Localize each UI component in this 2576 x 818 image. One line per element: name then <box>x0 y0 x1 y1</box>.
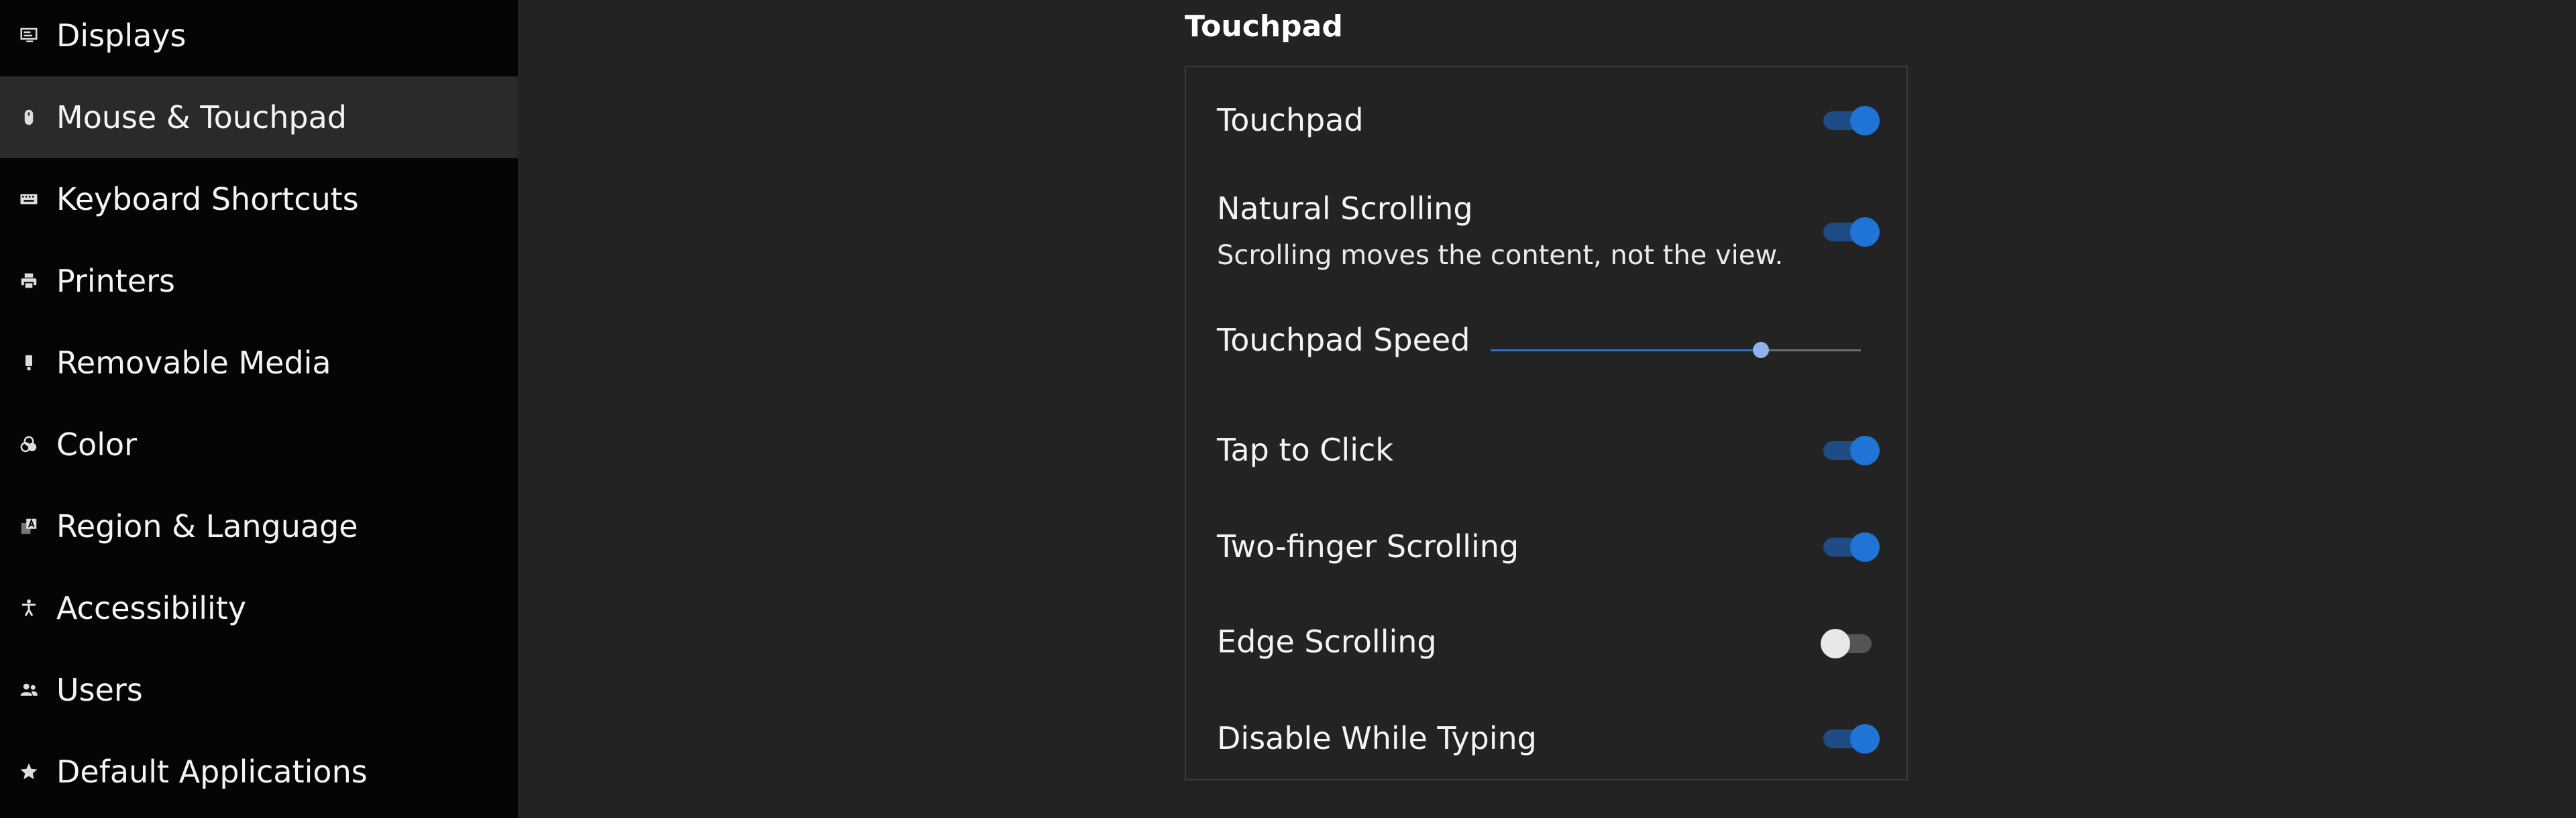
sidebar-item-label: Region & Language <box>56 508 358 544</box>
sidebar-item-label: Mouse & Touchpad <box>56 99 347 135</box>
sidebar: Displays Mouse & Touchpad Keyboard Short… <box>0 0 518 818</box>
sidebar-item-region-language[interactable]: Region & Language <box>0 485 518 567</box>
touchpad-speed-slider[interactable] <box>1491 337 1861 363</box>
printer-icon <box>17 270 40 292</box>
color-icon <box>17 433 40 456</box>
language-icon <box>17 515 40 538</box>
touchpad-speed-label: Touchpad Speed <box>1217 322 1470 358</box>
edge-scrolling-label: Edge Scrolling <box>1217 624 1437 660</box>
tap-to-click-toggle[interactable] <box>1823 436 1880 465</box>
sidebar-item-color[interactable]: Color <box>0 404 518 485</box>
natural-scrolling-toggle[interactable] <box>1823 217 1880 247</box>
sidebar-item-displays[interactable]: Displays <box>0 0 518 76</box>
two-finger-scrolling-label: Two-finger Scrolling <box>1217 528 1519 565</box>
sidebar-item-label: Printers <box>56 263 175 299</box>
two-finger-scrolling-toggle[interactable] <box>1823 532 1880 562</box>
sidebar-item-label: Displays <box>56 17 186 54</box>
accessibility-icon <box>17 597 40 620</box>
sidebar-item-keyboard-shortcuts[interactable]: Keyboard Shortcuts <box>0 158 518 240</box>
tap-to-click-label: Tap to Click <box>1217 432 1393 468</box>
star-icon <box>17 760 40 783</box>
touchpad-label: Touchpad <box>1217 102 1364 138</box>
mouse-icon <box>17 106 40 129</box>
keyboard-icon <box>17 188 40 211</box>
disable-while-typing-label: Disable While Typing <box>1217 720 1537 756</box>
natural-scrolling-description: Scrolling moves the content, not the vie… <box>1217 240 1784 271</box>
disable-while-typing-toggle[interactable] <box>1823 724 1880 754</box>
sidebar-item-label: Keyboard Shortcuts <box>56 181 359 217</box>
sidebar-item-accessibility[interactable]: Accessibility <box>0 567 518 649</box>
usb-drive-icon <box>17 351 40 374</box>
slider-thumb[interactable] <box>1752 342 1769 358</box>
sidebar-item-mouse-touchpad[interactable]: Mouse & Touchpad <box>0 76 518 158</box>
sidebar-item-removable-media[interactable]: Removable Media <box>0 322 518 404</box>
sidebar-item-label: Users <box>56 672 143 708</box>
sidebar-item-users[interactable]: Users <box>0 649 518 731</box>
sidebar-item-label: Default Applications <box>56 754 368 790</box>
section-title: Touchpad <box>1185 9 1343 44</box>
sidebar-item-label: Color <box>56 426 138 463</box>
natural-scrolling-label: Natural Scrolling <box>1217 190 1473 227</box>
touchpad-toggle[interactable] <box>1823 106 1880 135</box>
display-icon <box>17 24 40 47</box>
touchpad-settings-panel: Touchpad Natural Scrolling Scrolling mov… <box>1185 66 1908 780</box>
edge-scrolling-toggle[interactable] <box>1821 629 1872 658</box>
sidebar-item-label: Removable Media <box>56 345 331 381</box>
sidebar-item-printers[interactable]: Printers <box>0 240 518 322</box>
sidebar-item-default-applications[interactable]: Default Applications <box>0 731 518 813</box>
users-icon <box>17 679 40 701</box>
sidebar-item-label: Accessibility <box>56 590 247 626</box>
